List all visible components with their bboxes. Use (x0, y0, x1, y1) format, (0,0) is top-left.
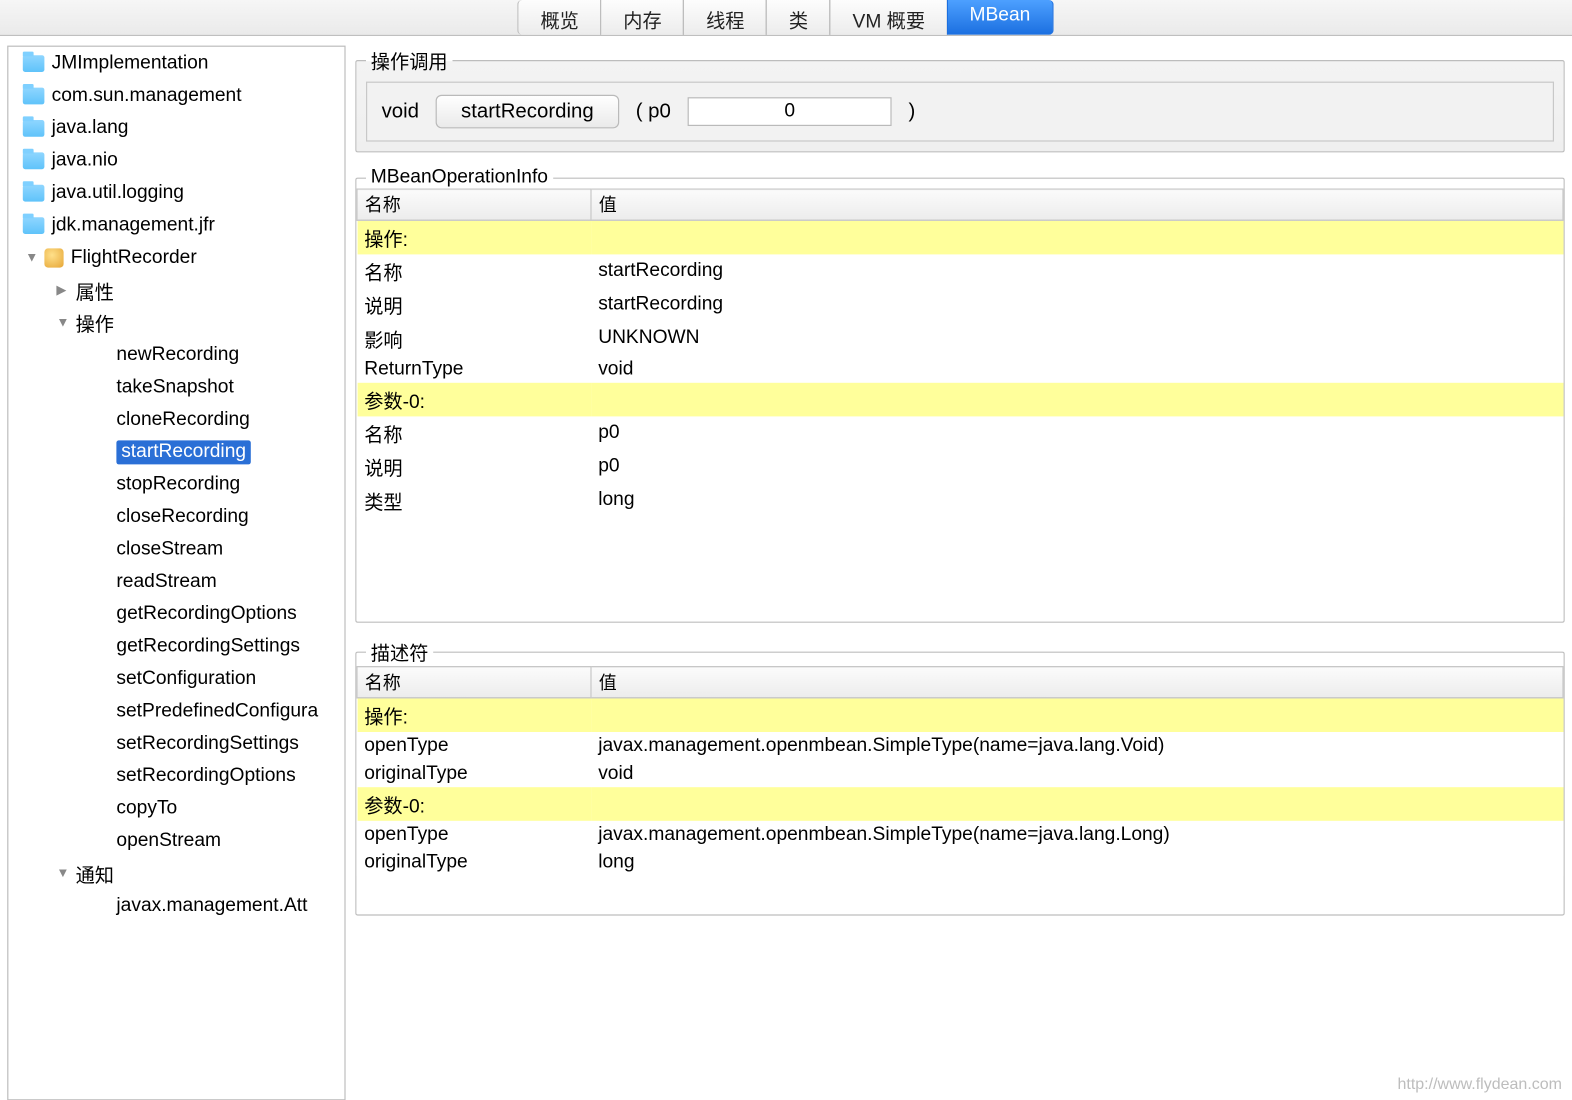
tab-VM 概要[interactable]: VM 概要 (830, 0, 948, 35)
tree-package-java.nio[interactable]: java.nio (8, 144, 344, 176)
table-row[interactable]: ReturnTypevoid (357, 355, 1563, 383)
tree-op-takeSnapshot[interactable]: takeSnapshot (8, 371, 344, 403)
param-open: ( p0 (636, 100, 671, 124)
tree-op-openStream[interactable]: openStream (8, 824, 344, 856)
tree-op-stopRecording[interactable]: stopRecording (8, 468, 344, 500)
table-row[interactable]: originalTypelong (357, 848, 1563, 876)
tree-notif-item[interactable]: javax.management.Att (8, 889, 344, 921)
table-row[interactable]: 影响UNKNOWN (357, 322, 1563, 356)
tree-op-setRecordingSettings[interactable]: setRecordingSettings (8, 727, 344, 759)
invoke-legend: 操作调用 (366, 46, 452, 75)
col-value[interactable]: 值 (591, 189, 1563, 220)
tree-operations[interactable]: 操作 (8, 306, 344, 338)
folder-icon (23, 152, 45, 169)
table-row[interactable]: 名称p0 (357, 416, 1563, 450)
col-name[interactable]: 名称 (357, 667, 591, 698)
tree-package-java.lang[interactable]: java.lang (8, 112, 344, 144)
tree-op-getRecordingOptions[interactable]: getRecordingOptions (8, 598, 344, 630)
info-table: 名称 值 操作:名称startRecording说明startRecording… (356, 188, 1563, 517)
table-row[interactable]: 说明startRecording (357, 288, 1563, 322)
tree-op-copyTo[interactable]: copyTo (8, 792, 344, 824)
tree-notifications[interactable]: 通知 (8, 857, 344, 889)
table-row[interactable]: 名称startRecording (357, 254, 1563, 288)
desc-legend: 描述符 (366, 637, 433, 666)
table-row[interactable]: 参数-0: (357, 383, 1563, 417)
param-close: ) (908, 100, 915, 124)
tree-op-setConfiguration[interactable]: setConfiguration (8, 662, 344, 694)
tree-attributes[interactable]: 属性 (8, 274, 344, 306)
folder-icon (23, 55, 45, 72)
tree-package-JMImplementation[interactable]: JMImplementation (8, 47, 344, 79)
folder-icon (23, 217, 45, 234)
tab-概览[interactable]: 概览 (518, 0, 602, 35)
desc-table: 名称 值 操作:openTypejavax.management.openmbe… (356, 666, 1563, 876)
tree-package-jdk.management.jfr[interactable]: jdk.management.jfr (8, 209, 344, 241)
tree-op-newRecording[interactable]: newRecording (8, 338, 344, 370)
chevron-down-icon[interactable] (25, 250, 39, 264)
return-type: void (382, 100, 419, 124)
tab-bar: 概览内存线程类VM 概要MBean (0, 0, 1572, 36)
chevron-right-icon[interactable] (56, 282, 70, 298)
tree-op-closeStream[interactable]: closeStream (8, 533, 344, 565)
chevron-down-icon[interactable] (56, 315, 70, 329)
tree-op-readStream[interactable]: readStream (8, 565, 344, 597)
tree-op-cloneRecording[interactable]: cloneRecording (8, 403, 344, 435)
info-legend: MBeanOperationInfo (366, 167, 553, 189)
table-row[interactable]: 操作: (357, 698, 1563, 732)
tree-package-java.util.logging[interactable]: java.util.logging (8, 176, 344, 208)
chevron-down-icon[interactable] (56, 866, 70, 880)
tab-MBean[interactable]: MBean (947, 0, 1053, 35)
col-name[interactable]: 名称 (357, 189, 591, 220)
tree-op-getRecordingSettings[interactable]: getRecordingSettings (8, 630, 344, 662)
mbean-operation-info: MBeanOperationInfo 名称 值 操作:名称startRecord… (355, 167, 1565, 623)
param-input-p0[interactable] (688, 97, 892, 126)
table-row[interactable]: originalTypevoid (357, 760, 1563, 788)
tree-op-setPredefinedConfigura[interactable]: setPredefinedConfigura (8, 695, 344, 727)
operation-invoke-panel: 操作调用 void startRecording ( p0 ) (355, 46, 1565, 153)
mbean-tree[interactable]: JMImplementationcom.sun.managementjava.l… (7, 46, 345, 1100)
bean-icon (44, 248, 63, 267)
table-row[interactable]: 参数-0: (357, 787, 1563, 821)
tree-op-setRecordingOptions[interactable]: setRecordingOptions (8, 760, 344, 792)
folder-icon (23, 87, 45, 104)
tab-线程[interactable]: 线程 (683, 0, 767, 35)
table-row[interactable]: openTypejavax.management.openmbean.Simpl… (357, 821, 1563, 849)
folder-icon (23, 119, 45, 136)
folder-icon (23, 184, 45, 201)
watermark: http://www.flydean.com (1397, 1076, 1562, 1094)
tree-bean[interactable]: FlightRecorder (8, 241, 344, 273)
col-value[interactable]: 值 (591, 667, 1563, 698)
table-row[interactable]: openTypejavax.management.openmbean.Simpl… (357, 732, 1563, 760)
tree-op-startRecording[interactable]: startRecording (8, 436, 344, 468)
table-row[interactable]: 说明p0 (357, 450, 1563, 484)
tree-op-closeRecording[interactable]: closeRecording (8, 500, 344, 532)
tab-类[interactable]: 类 (766, 0, 831, 35)
invoke-button[interactable]: startRecording (436, 95, 619, 129)
tab-内存[interactable]: 内存 (600, 0, 684, 35)
table-row[interactable]: 类型long (357, 484, 1563, 518)
tree-package-com.sun.management[interactable]: com.sun.management (8, 79, 344, 111)
table-row[interactable]: 操作: (357, 220, 1563, 254)
descriptor-panel: 描述符 名称 值 操作:openTypejavax.management.ope… (355, 637, 1565, 915)
